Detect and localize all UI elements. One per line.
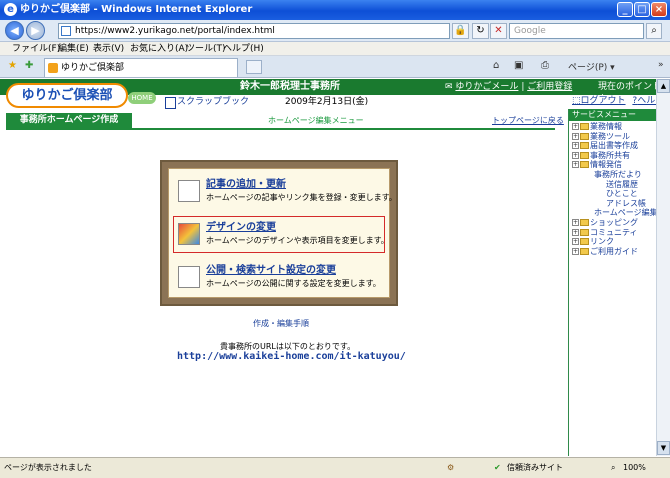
folder-icon bbox=[580, 132, 589, 140]
menu-item-publish[interactable]: 公開・検索サイト設定の変更 ホームページの公開に関する設定を変更します。 bbox=[176, 262, 386, 294]
sidebar-item[interactable]: ホームページ編集 bbox=[594, 208, 658, 218]
forward-button[interactable]: ▶ bbox=[26, 21, 45, 40]
expand-icon[interactable]: + bbox=[572, 132, 579, 140]
folder-icon bbox=[580, 151, 589, 159]
ie-icon: e bbox=[4, 3, 17, 16]
status-bar: ページが表示されました ⚙ ✔ 信頼済みサイト ⌕ 100% bbox=[0, 457, 670, 478]
menu-bar: ファイル(F) 編集(E) 表示(V) お気に入り(A) ツール(T) ヘルプ(… bbox=[0, 42, 670, 56]
print-icon[interactable]: ⎙ bbox=[541, 60, 549, 71]
expand-icon[interactable]: + bbox=[572, 228, 579, 236]
office-name: 鈴木一郎税理士事務所 bbox=[240, 81, 340, 92]
mail-link[interactable]: ゆりかごメール bbox=[455, 82, 518, 92]
site-url-link[interactable]: http://www.kaikei-home.com/it-katuyou/ bbox=[177, 350, 406, 363]
sidebar-title: サービスメニュー bbox=[569, 109, 656, 121]
folder-icon bbox=[580, 123, 589, 130]
window-title: ゆりかご倶楽部 - Windows Internet Explorer bbox=[20, 4, 253, 15]
tab-icon bbox=[48, 63, 58, 73]
menu-tools[interactable]: ツール(T) bbox=[186, 43, 226, 55]
feeds-icon[interactable]: ▣ bbox=[514, 60, 523, 71]
new-tab-button[interactable] bbox=[246, 60, 262, 74]
logout-link[interactable]: ⬚ログアウト bbox=[572, 96, 626, 106]
howto-link[interactable]: 作成・編集手順 bbox=[253, 318, 309, 329]
trusted-zone: 信頼済みサイト bbox=[507, 463, 563, 472]
scrollbar[interactable]: ▲ ▼ bbox=[656, 79, 670, 456]
lock-icon[interactable]: 🔒 bbox=[452, 23, 469, 39]
add-favorite-icon[interactable]: ✚ bbox=[25, 60, 33, 71]
article-edit-icon bbox=[178, 180, 200, 202]
sidebar-item[interactable]: + コミュニティ bbox=[572, 228, 638, 238]
expand-icon[interactable]: + bbox=[572, 151, 579, 159]
url-input[interactable]: https://www2.yurikago.net/portal/index.h… bbox=[58, 23, 450, 39]
minimize-button[interactable]: _ bbox=[617, 2, 633, 17]
zoom-level[interactable]: 100% bbox=[623, 458, 646, 478]
home-icon[interactable]: ⌂ bbox=[493, 60, 499, 71]
menu-item-title[interactable]: 記事の追加・更新 bbox=[206, 178, 286, 191]
back-to-top-link[interactable]: トップページに戻る bbox=[492, 115, 564, 126]
status-text: ページが表示されました bbox=[4, 463, 92, 472]
expand-icon[interactable]: + bbox=[572, 219, 579, 226]
maximize-button[interactable]: □ bbox=[634, 2, 650, 17]
favorites-star-icon[interactable]: ★ bbox=[8, 60, 17, 71]
menu-favorites[interactable]: お気に入り(A) bbox=[130, 43, 188, 55]
scrapbook-link[interactable]: スクラップブック bbox=[165, 96, 249, 109]
sidebar-item[interactable]: ひとこと bbox=[606, 189, 638, 199]
sidebar-item[interactable]: 送信履歴 bbox=[606, 180, 638, 190]
menu-file[interactable]: ファイル(F) bbox=[12, 43, 60, 55]
menu-item-desc: ホームページの記事やリンク集を登録・変更します。 bbox=[206, 193, 397, 202]
page-icon bbox=[61, 26, 71, 36]
search-input[interactable]: Google bbox=[509, 23, 644, 39]
scroll-down-arrow[interactable]: ▼ bbox=[657, 441, 670, 455]
home-tag[interactable]: HOME bbox=[128, 92, 156, 104]
publish-settings-icon bbox=[178, 266, 200, 288]
menu-edit[interactable]: 編集(E) bbox=[58, 43, 89, 55]
folder-icon bbox=[580, 142, 589, 150]
menu-view[interactable]: 表示(V) bbox=[93, 43, 124, 55]
account-links: ⬚ログアウト ?ヘルプ bbox=[572, 95, 664, 107]
scroll-up-arrow[interactable]: ▲ bbox=[657, 79, 670, 93]
close-button[interactable]: × bbox=[651, 2, 667, 17]
expand-icon[interactable]: + bbox=[572, 247, 579, 255]
search-icon[interactable]: ⌕ bbox=[646, 23, 662, 39]
tab-active[interactable]: ゆりかご倶楽部 bbox=[44, 58, 238, 77]
sidebar-item[interactable]: + リンク bbox=[572, 237, 614, 247]
window-title-bar: e ゆりかご倶楽部 - Windows Internet Explorer _ … bbox=[0, 0, 670, 20]
back-button[interactable]: ◀ bbox=[5, 21, 24, 40]
menu-item-desc: ホームページの公開に関する設定を変更します。 bbox=[206, 279, 381, 288]
folder-icon bbox=[580, 161, 589, 169]
current-date: 2009年2月13日(金) bbox=[285, 97, 369, 107]
guide-link[interactable]: ご利用登録 bbox=[527, 82, 572, 92]
check-icon: ✔ bbox=[494, 463, 501, 472]
selected-highlight bbox=[173, 216, 385, 253]
folder-icon bbox=[580, 247, 589, 255]
sidebar-item[interactable]: + 情報発信 bbox=[572, 160, 622, 170]
sidebar-item[interactable]: + ショッピング bbox=[572, 218, 638, 228]
menu-help[interactable]: ヘルプ(H) bbox=[223, 43, 264, 55]
section-title: 事務所ホームページ作成 bbox=[6, 113, 132, 128]
stop-icon[interactable]: ✕ bbox=[490, 23, 507, 39]
expand-icon[interactable]: + bbox=[572, 161, 579, 169]
zoom-icon: ⌕ bbox=[611, 463, 616, 472]
folder-icon bbox=[580, 219, 589, 226]
more-chevron-icon[interactable]: » bbox=[658, 60, 664, 70]
mail-icon: ✉ bbox=[445, 82, 453, 92]
refresh-icon[interactable]: ↻ bbox=[472, 23, 489, 39]
expand-icon[interactable]: + bbox=[572, 238, 579, 246]
edit-menu-label: ホームページ編集メニュー bbox=[268, 116, 364, 125]
menu-item-title[interactable]: 公開・検索サイト設定の変更 bbox=[206, 264, 336, 277]
sidebar-item[interactable]: + 業務情報 bbox=[572, 122, 622, 132]
menu-item-article[interactable]: 記事の追加・更新 ホームページの記事やリンク集を登録・変更します。 bbox=[176, 176, 397, 208]
page-menu[interactable]: ページ(P) ▾ bbox=[568, 60, 615, 73]
sidebar-item[interactable]: 事務所だより bbox=[594, 170, 642, 180]
section-divider bbox=[6, 128, 555, 130]
zone-icon: ⚙ bbox=[447, 463, 455, 472]
sidebar-item[interactable]: + ご利用ガイド bbox=[572, 247, 638, 257]
sidebar-item[interactable]: + 届出書等作成 bbox=[572, 141, 638, 151]
expand-icon[interactable]: + bbox=[572, 142, 579, 150]
header-links: ✉ ゆりかごメール | ご利用登録 bbox=[445, 82, 573, 92]
expand-icon[interactable]: + bbox=[572, 123, 579, 130]
site-logo[interactable]: ゆりかご倶楽部 bbox=[6, 83, 128, 108]
folder-icon bbox=[580, 238, 589, 246]
folder-icon bbox=[580, 228, 589, 236]
